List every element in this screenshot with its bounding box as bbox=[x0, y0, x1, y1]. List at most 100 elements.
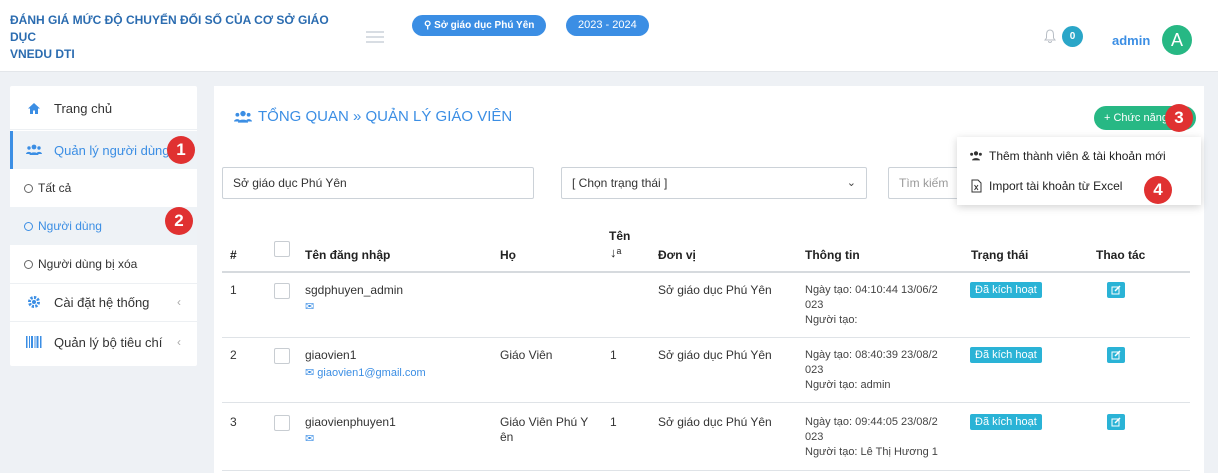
chevron-down-icon: ⌄ bbox=[846, 177, 856, 189]
menu-item-import-excel[interactable]: Import tài khoản từ Excel bbox=[969, 179, 1122, 193]
col-header-first-name[interactable]: Tên bbox=[609, 229, 630, 243]
cell-last-name: Giáo Viên bbox=[500, 348, 553, 362]
menu-toggle-icon[interactable] bbox=[366, 31, 384, 43]
step-marker-1: 1 bbox=[167, 136, 195, 164]
cell-last-name-cont: ên bbox=[500, 430, 514, 444]
sidebar-item-home[interactable]: Trang chủ bbox=[10, 89, 197, 127]
email-text: giaovien1@gmail.com bbox=[317, 367, 426, 379]
row-divider bbox=[222, 402, 1190, 403]
menu-item-add-member[interactable]: Thêm thành viên & tài khoản mới bbox=[969, 149, 1166, 163]
main-panel: TỔNG QUAN » QUẢN LÝ GIÁO VIÊN + Chức năn… bbox=[214, 86, 1204, 473]
sidebar-item-criteria[interactable]: Quản lý bộ tiêu chí ‹ bbox=[10, 323, 197, 361]
circle-icon bbox=[24, 221, 33, 231]
cell-created-date: Ngày tạo: 04:10:44 13/06/2 bbox=[805, 284, 938, 296]
col-header-unit[interactable]: Đơn vị bbox=[658, 248, 696, 262]
sidebar-item-label: Người dùng bbox=[38, 219, 102, 233]
cell-creator: Người tạo: admin bbox=[805, 379, 891, 391]
sidebar-item-label: Trang chủ bbox=[54, 100, 113, 116]
users-icon bbox=[234, 110, 252, 123]
divider bbox=[10, 321, 197, 322]
cell-username: giaovien1 bbox=[305, 348, 357, 362]
step-marker-2: 2 bbox=[165, 207, 193, 235]
circle-icon bbox=[24, 259, 33, 269]
sidebar-item-label: Người dùng bị xóa bbox=[38, 257, 138, 271]
avatar[interactable]: A bbox=[1162, 25, 1192, 55]
cell-number: 2 bbox=[230, 348, 237, 362]
notification-badge[interactable]: 0 bbox=[1062, 26, 1083, 47]
home-icon bbox=[26, 100, 42, 116]
edit-button[interactable] bbox=[1107, 347, 1125, 363]
unit-selector[interactable]: ⚲ Sở giáo dục Phú Yên bbox=[412, 15, 547, 36]
search-input[interactable]: Tìm kiếm bbox=[888, 167, 958, 199]
sidebar-item-system-settings[interactable]: Cài đặt hệ thống ‹ bbox=[10, 283, 197, 321]
step-marker-4: 4 bbox=[1144, 176, 1172, 204]
circle-icon bbox=[24, 183, 33, 193]
cell-first-name: 1 bbox=[610, 415, 617, 429]
cell-creator: Người tạo: Lê Thị Hương 1 bbox=[805, 446, 938, 458]
cell-created-date: Ngày tạo: 09:44:05 23/08/2 bbox=[805, 416, 938, 428]
mail-icon[interactable]: ✉ bbox=[305, 300, 314, 315]
gear-icon bbox=[26, 294, 42, 310]
sort-ascending-icon[interactable]: ↓ᵃ bbox=[610, 245, 621, 260]
mail-icon[interactable]: ✉ bbox=[305, 432, 314, 447]
sidebar-subitem-deleted-users[interactable]: Người dùng bị xóa bbox=[10, 245, 197, 283]
edit-button[interactable] bbox=[1107, 414, 1125, 430]
cell-username: sgdphuyen_admin bbox=[305, 283, 404, 297]
excel-file-icon bbox=[971, 179, 982, 193]
col-header-info[interactable]: Thông tin bbox=[805, 248, 860, 262]
col-header-username[interactable]: Tên đăng nhập bbox=[305, 248, 390, 262]
cell-number: 1 bbox=[230, 283, 237, 297]
row-checkbox[interactable] bbox=[274, 283, 290, 299]
unit-filter-input[interactable]: Sở giáo dục Phú Yên bbox=[222, 167, 534, 199]
cell-unit: Sở giáo dục Phú Yên bbox=[658, 283, 772, 297]
step-marker-3: 3 bbox=[1165, 104, 1193, 132]
row-checkbox[interactable] bbox=[274, 348, 290, 364]
col-header-last-name[interactable]: Họ bbox=[500, 248, 516, 262]
edit-icon bbox=[1111, 417, 1121, 427]
cell-creator: Người tạo: bbox=[805, 314, 858, 326]
table-header-divider bbox=[222, 271, 1190, 273]
menu-item-label: Import tài khoản từ Excel bbox=[989, 179, 1123, 193]
bell-icon[interactable] bbox=[1043, 29, 1057, 43]
select-all-checkbox[interactable] bbox=[274, 241, 290, 257]
chevron-left-icon: ‹ bbox=[177, 335, 181, 349]
app-brand[interactable]: ĐÁNH GIÁ MỨC ĐỘ CHUYỂN ĐỔI SỐ CỦA CƠ SỞ … bbox=[10, 12, 355, 63]
edit-icon bbox=[1111, 350, 1121, 360]
col-header-actions: Thao tác bbox=[1096, 248, 1146, 262]
col-header-status[interactable]: Trạng thái bbox=[971, 248, 1028, 262]
brand-subtitle: VNEDU DTI bbox=[10, 47, 75, 61]
col-header-number: # bbox=[230, 248, 237, 262]
chevron-left-icon: ‹ bbox=[177, 295, 181, 309]
status-filter-select[interactable]: [ Chọn trạng thái ] ⌄ bbox=[561, 167, 867, 199]
cell-number: 3 bbox=[230, 415, 237, 429]
status-badge: Đã kích hoạt bbox=[970, 414, 1042, 430]
sidebar-subitem-all[interactable]: Tất cả bbox=[10, 169, 197, 207]
edit-button[interactable] bbox=[1107, 282, 1125, 298]
cell-created-date-cont: 023 bbox=[805, 299, 824, 311]
username-label[interactable]: admin bbox=[1112, 33, 1150, 48]
mail-icon: ✉ bbox=[305, 367, 315, 379]
cell-username: giaovienphuyen1 bbox=[305, 415, 396, 429]
unit-selector-label: Sở giáo dục Phú Yên bbox=[434, 20, 535, 31]
location-pin-icon: ⚲ bbox=[424, 20, 432, 31]
page-title-text: TỔNG QUAN » QUẢN LÝ GIÁO VIÊN bbox=[258, 108, 513, 125]
status-filter-value: [ Chọn trạng thái ] bbox=[572, 176, 668, 190]
divider bbox=[10, 129, 197, 130]
cell-unit: Sở giáo dục Phú Yên bbox=[658, 348, 772, 362]
year-selector[interactable]: 2023 - 2024 bbox=[566, 15, 649, 36]
row-divider bbox=[222, 470, 1190, 471]
row-checkbox[interactable] bbox=[274, 415, 290, 431]
sidebar-item-label: Quản lý bộ tiêu chí bbox=[54, 334, 163, 350]
cell-created-date: Ngày tạo: 08:40:39 23/08/2 bbox=[805, 349, 938, 361]
sidebar-item-label: Cài đặt hệ thống bbox=[54, 294, 150, 310]
row-divider bbox=[222, 337, 1190, 338]
brand-title: ĐÁNH GIÁ MỨC ĐỘ CHUYỂN ĐỔI SỐ CỦA CƠ SỞ … bbox=[10, 13, 329, 44]
users-icon bbox=[26, 142, 42, 158]
cell-email[interactable]: ✉ giaovien1@gmail.com bbox=[305, 366, 426, 381]
cell-unit: Sở giáo dục Phú Yên bbox=[658, 415, 772, 429]
page-title: TỔNG QUAN » QUẢN LÝ GIÁO VIÊN bbox=[234, 108, 512, 125]
barcode-icon bbox=[26, 334, 42, 350]
top-header: ĐÁNH GIÁ MỨC ĐỘ CHUYỂN ĐỔI SỐ CỦA CƠ SỞ … bbox=[0, 0, 1218, 72]
status-badge: Đã kích hoạt bbox=[970, 282, 1042, 298]
status-badge: Đã kích hoạt bbox=[970, 347, 1042, 363]
